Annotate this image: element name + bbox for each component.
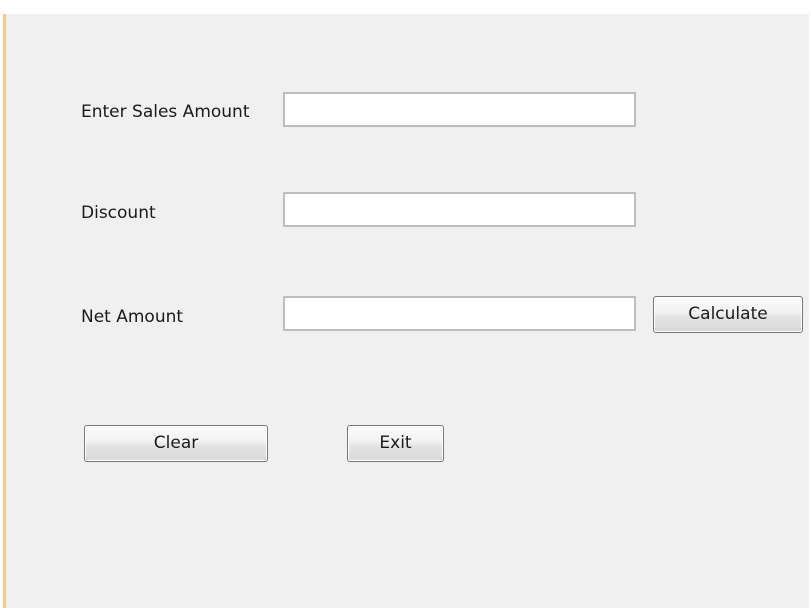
net-amount-input[interactable] [283, 296, 636, 331]
clear-button[interactable]: Clear [84, 425, 268, 462]
discount-label: Discount [81, 203, 156, 223]
form-panel: Enter Sales Amount Discount Net Amount C… [3, 14, 809, 608]
calculate-button[interactable]: Calculate [653, 296, 803, 333]
discount-input[interactable] [283, 192, 636, 227]
sales-amount-label: Enter Sales Amount [81, 102, 250, 122]
exit-button[interactable]: Exit [347, 425, 444, 462]
sales-amount-input[interactable] [283, 92, 636, 127]
net-amount-label: Net Amount [81, 307, 184, 327]
window-top-band [0, 0, 811, 14]
